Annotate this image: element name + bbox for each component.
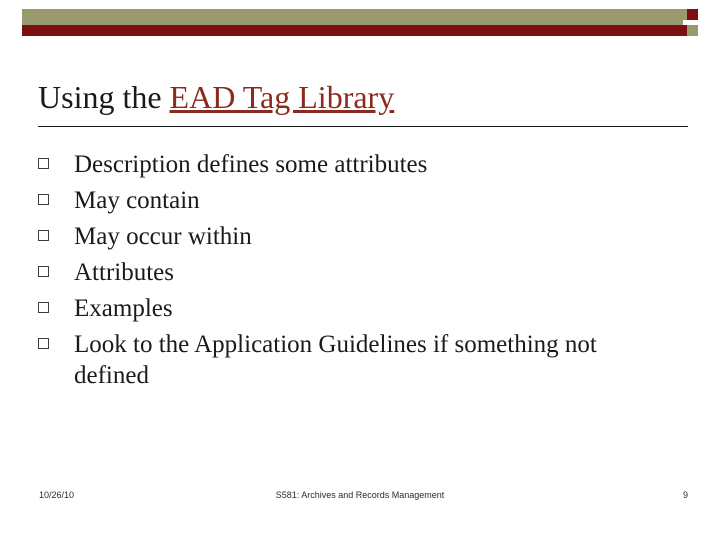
slide-title-text: Using the EAD Tag Library [38,78,688,116]
bullet-square-icon [38,146,74,169]
list-item: Examples [38,290,678,324]
slide-top-banner [0,0,720,46]
bullet-text: Description defines some attributes [74,151,428,178]
bullet-text: Look to the Application Guidelines if so… [74,331,597,389]
list-item: May contain [38,182,678,216]
bullet-square-icon [38,218,74,241]
list-item: May occur within [38,218,678,252]
banner-square-top [687,9,698,20]
banner-olive-bar [22,9,698,25]
list-item: Description defines some attributes [38,146,678,180]
footer-course-title: S581: Archives and Records Management [275,490,445,500]
bullet-text: Examples [74,295,173,322]
list-item: Attributes [38,254,678,288]
footer-page-number: 9 [682,490,688,500]
bullet-text: May occur within [74,223,252,250]
bullet-text: May contain [74,187,200,214]
banner-dark-red-bar [22,25,698,36]
bullet-square-icon [38,254,74,277]
bullet-square-icon [38,182,74,205]
bullet-square-icon [38,290,74,313]
slide-footer: 10/26/10 S581: Archives and Records Mana… [0,490,720,510]
bullet-list: Description defines some attributes May … [38,146,678,393]
bullet-text: Attributes [74,259,174,286]
page-title: Using the EAD Tag Library [38,78,688,116]
title-divider [38,126,688,127]
list-item: Look to the Application Guidelines if so… [38,326,678,391]
ead-tag-library-link[interactable]: EAD Tag Library [170,79,395,115]
banner-square-bottom [687,25,698,36]
slide-title-prefix: Using the [38,79,170,115]
bullet-square-icon [38,326,74,349]
